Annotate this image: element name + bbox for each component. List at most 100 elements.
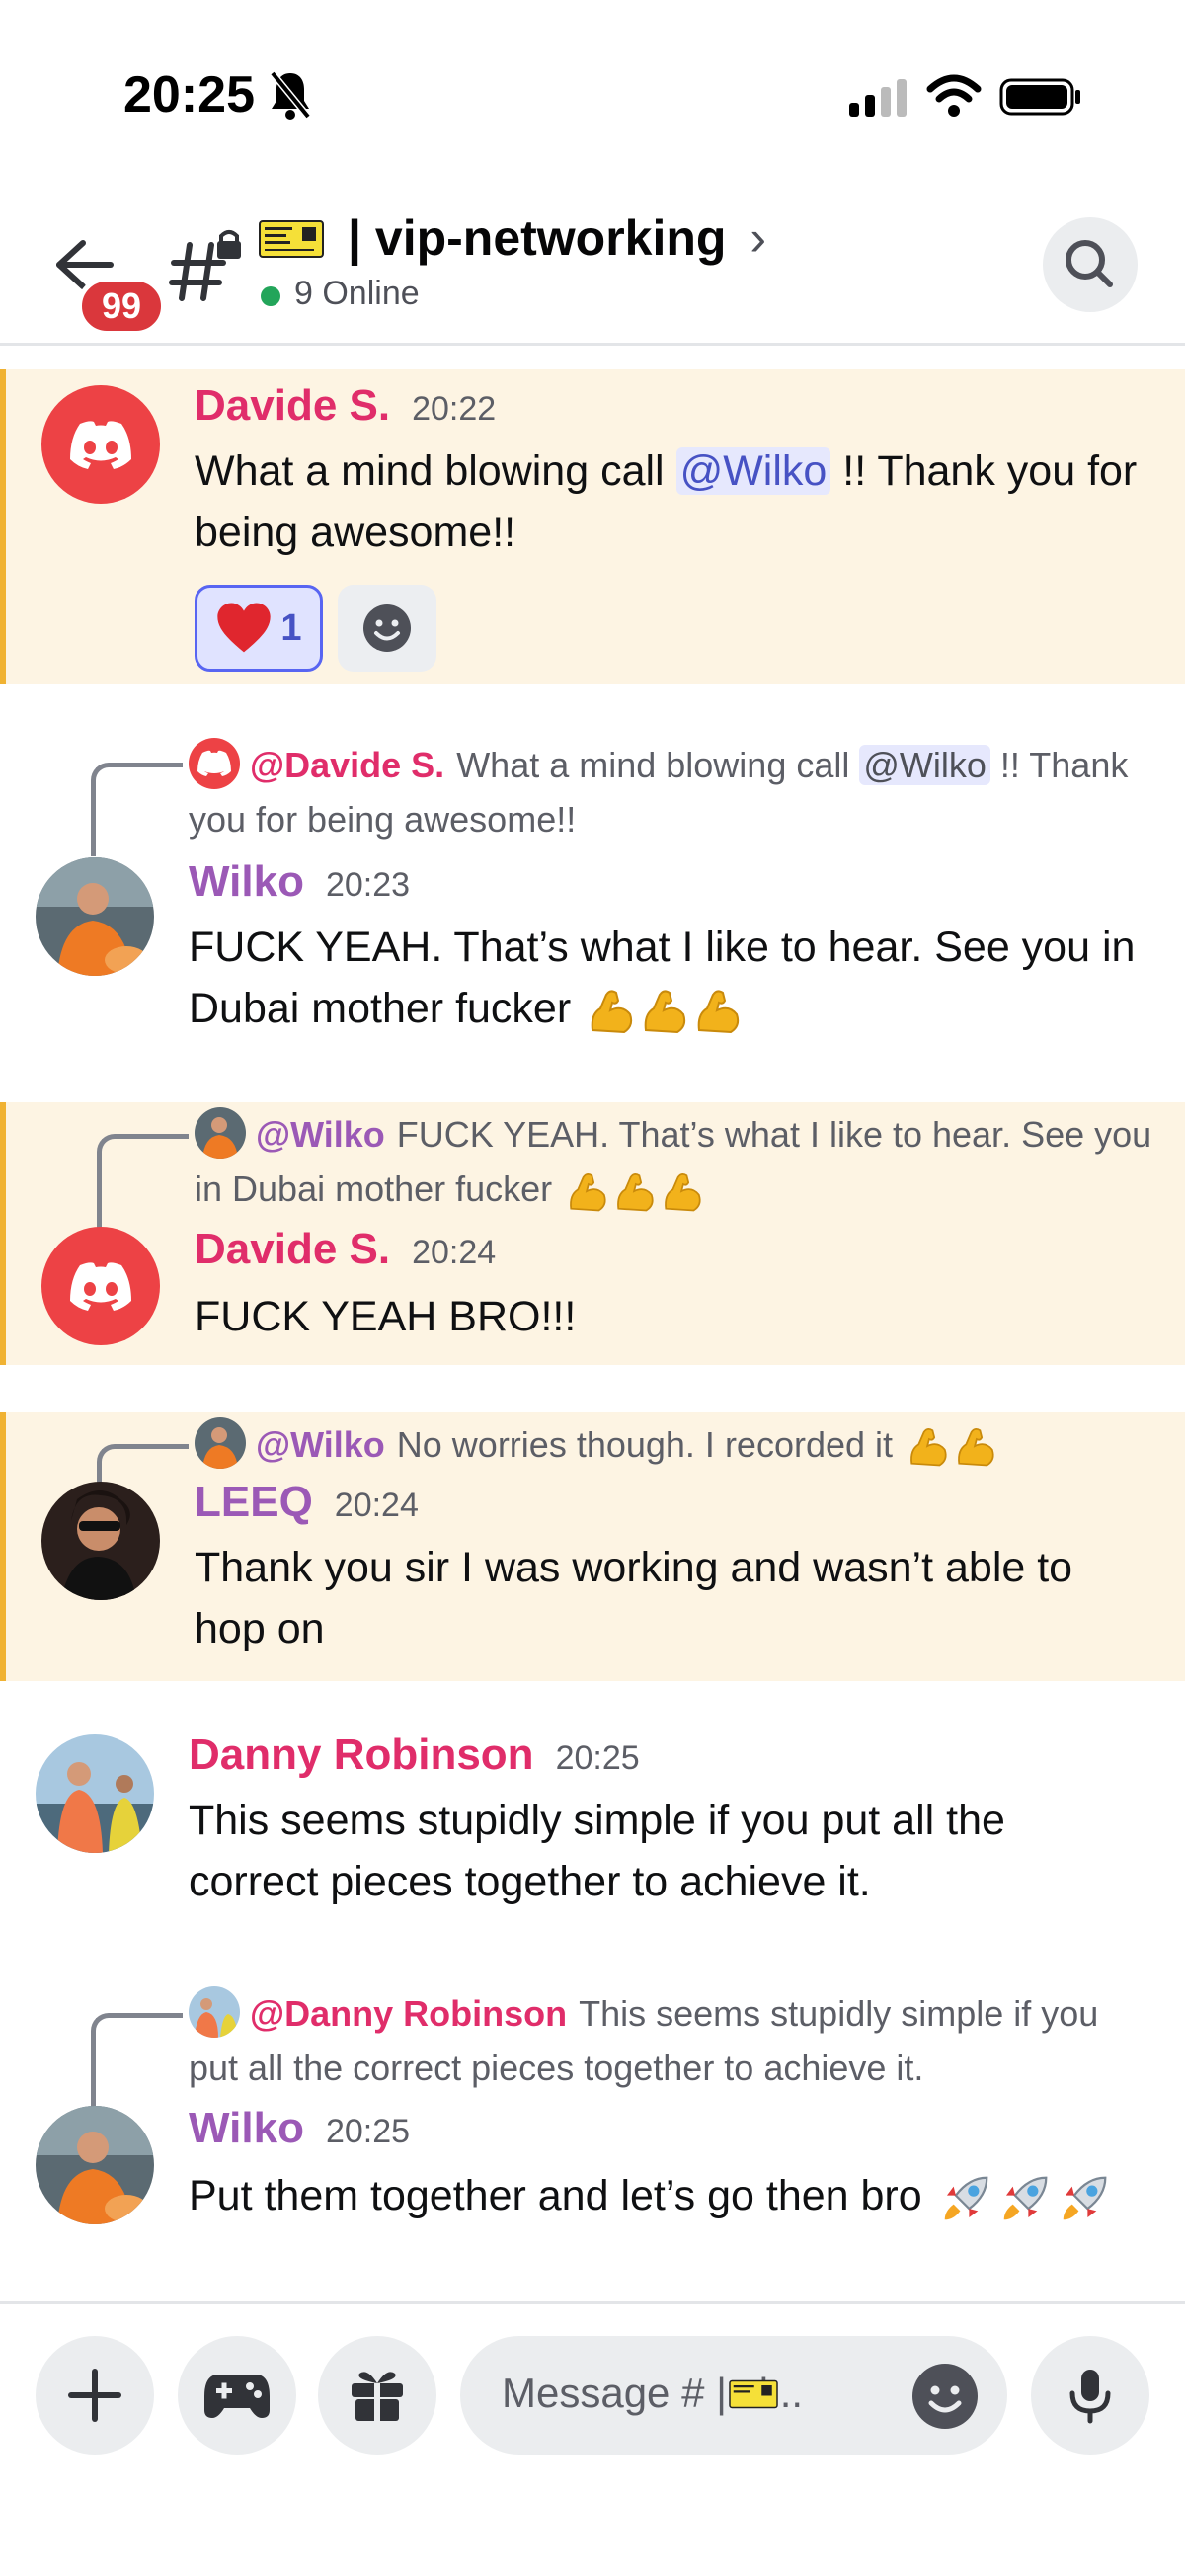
reply-preview[interactable]: @Danny Robinson This seems stupidly simpl… — [189, 1986, 1156, 2095]
message-author[interactable]: Wilko 20:25 — [189, 2104, 410, 2153]
message-author[interactable]: LEEQ 20:24 — [195, 1478, 419, 1527]
reply-preview[interactable]: @Wilko No worries though. I recorded it — [195, 1417, 1162, 1473]
ticket-icon — [729, 2379, 778, 2409]
message-time: 20:24 — [412, 1234, 497, 1271]
flexed-biceps-emoji-icon — [570, 1172, 606, 1212]
user-photo-icon — [36, 2106, 154, 2224]
user-photo-icon — [202, 1427, 238, 1470]
author-name: Davide S. — [195, 381, 391, 430]
reply-avatar — [195, 1107, 246, 1160]
flexed-biceps-emoji-icon — [910, 1428, 947, 1467]
heart-emoji-icon — [217, 603, 272, 653]
message-author[interactable]: Danny Robinson 20:25 — [189, 1731, 640, 1780]
message-text: FUCK YEAH BRO!!! — [195, 1293, 577, 1340]
message-author[interactable]: Wilko 20:23 — [189, 857, 410, 907]
reply-text: What a mind blowing call — [456, 745, 860, 785]
message-time: 20:23 — [325, 866, 411, 904]
message-body: What a mind blowing call @Wilko !! Thank… — [195, 441, 1143, 563]
add-attachment-button[interactable] — [36, 2336, 154, 2455]
message-item: @Davide S. What a mind blowing call @Wilk… — [0, 731, 1185, 1033]
reply-connector — [97, 1134, 189, 1228]
rocket-emoji-icon — [1063, 2176, 1107, 2219]
chevron-right-icon: › — [750, 210, 767, 266]
avatar[interactable] — [41, 1482, 160, 1600]
reply-avatar — [189, 1986, 240, 2039]
reply-author: @Wilko — [256, 1114, 385, 1155]
reply-text: No worries though. I recorded it — [396, 1424, 894, 1465]
avatar[interactable] — [41, 1227, 160, 1345]
emoji-icon — [928, 2385, 962, 2413]
user-photo-icon — [36, 1734, 154, 1853]
avatar[interactable] — [36, 1734, 154, 1853]
message-time: 20:25 — [325, 2113, 411, 2150]
user-photo-icon — [202, 1117, 238, 1160]
battery-icon — [999, 78, 1080, 116]
voice-message-button[interactable] — [1031, 2336, 1149, 2455]
message-body: This seems stupidly simple if you put al… — [189, 1790, 1137, 1912]
message-body: FUCK YEAH. That’s what I like to hear. S… — [189, 917, 1137, 1039]
avatar[interactable] — [41, 385, 160, 504]
user-photo-icon — [41, 1482, 160, 1600]
reply-preview[interactable]: @Davide S. What a mind blowing call @Wilk… — [189, 738, 1156, 846]
flexed-biceps-emoji-icon — [644, 990, 686, 1033]
search-button[interactable] — [1043, 217, 1138, 312]
channel-header: 99 | vip-networking › 9 Online — [0, 188, 1185, 346]
ticket-icon — [259, 220, 324, 258]
wifi-icon — [926, 74, 982, 117]
reply-author: @Davide S. — [250, 745, 445, 785]
online-dot-icon — [261, 286, 280, 306]
discord-icon — [70, 1262, 131, 1311]
author-name: Wilko — [189, 2104, 304, 2152]
message-item: @Wilko No worries though. I recorded it L… — [0, 1412, 1185, 1681]
avatar[interactable] — [36, 2106, 154, 2224]
reply-connector — [91, 763, 183, 856]
message-time: 20:25 — [555, 1739, 640, 1777]
message-body: Thank you sir I was working and wasn’t a… — [195, 1537, 1143, 1659]
message-item: @Danny Robinson This seems stupidly simpl… — [0, 1981, 1185, 2301]
reply-author: @Danny Robinson — [250, 1993, 568, 2034]
message-item: Danny Robinson 20:25 This seems stupidly … — [0, 1719, 1185, 1916]
message-body: Put them together and let’s go then bro — [189, 2165, 1137, 2226]
add-reaction-icon — [363, 604, 411, 652]
user-photo-icon — [36, 857, 154, 976]
message-input[interactable]: Message # | vi... — [460, 2336, 1007, 2455]
activities-button[interactable] — [178, 2336, 296, 2455]
message-author[interactable]: Davide S. 20:22 — [195, 381, 496, 431]
author-name: Davide S. — [195, 1225, 391, 1273]
avatar[interactable] — [36, 857, 154, 976]
reaction-heart[interactable]: 1 — [195, 585, 323, 672]
reply-connector — [91, 2013, 183, 2107]
reply-avatar — [189, 738, 240, 790]
signal-icon — [849, 79, 907, 117]
add-reaction-button[interactable] — [338, 585, 436, 672]
discord-icon — [70, 421, 131, 469]
channel-name: | vip-networking — [348, 210, 727, 266]
flexed-biceps-emoji-icon — [958, 1428, 994, 1467]
rocket-emoji-icon — [1003, 2176, 1048, 2219]
message-feed[interactable]: Davide S. 20:22 What a mind blowing call … — [0, 346, 1185, 2301]
reply-preview[interactable]: @Wilko FUCK YEAH. That’s what I like to h… — [195, 1107, 1162, 1216]
author-name: Danny Robinson — [189, 1731, 534, 1779]
message-time: 20:22 — [412, 390, 497, 428]
message-time: 20:24 — [334, 1487, 419, 1524]
reply-connector — [97, 1444, 189, 1485]
emoji-picker-button[interactable] — [912, 2364, 978, 2429]
reaction-count: 1 — [280, 606, 302, 649]
discord-icon — [198, 751, 231, 777]
search-icon — [1066, 240, 1113, 287]
flexed-biceps-emoji-icon — [591, 990, 633, 1033]
flexed-biceps-emoji-icon — [665, 1172, 701, 1212]
microphone-icon — [1069, 2370, 1111, 2424]
unread-badge: 99 — [77, 277, 167, 336]
online-count: 9 Online — [294, 275, 420, 312]
reply-author: @Wilko — [256, 1424, 385, 1465]
channel-title[interactable]: | vip-networking › — [348, 209, 766, 267]
message-text: This seems stupidly simple if you put al… — [189, 1797, 1005, 1905]
gift-button[interactable] — [318, 2336, 436, 2455]
author-name: LEEQ — [195, 1478, 313, 1526]
message-author[interactable]: Davide S. 20:24 — [195, 1225, 496, 1274]
message-body: FUCK YEAH BRO!!! — [195, 1286, 1143, 1347]
reply-avatar — [195, 1417, 246, 1470]
flexed-biceps-emoji-icon — [617, 1172, 654, 1212]
mention[interactable]: @Wilko — [675, 447, 831, 495]
